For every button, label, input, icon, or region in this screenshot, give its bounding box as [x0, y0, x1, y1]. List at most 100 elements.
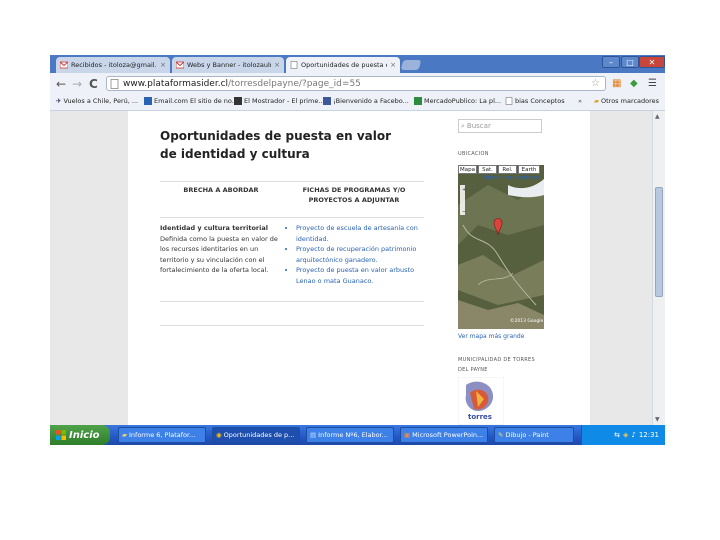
page-icon — [290, 61, 298, 69]
powerpoint-icon: ▣ — [404, 431, 411, 439]
page-icon — [505, 97, 513, 105]
taskbar-item-label: Informe Nº6, Elabor... — [318, 431, 388, 439]
bookmark-item[interactable]: MercadoPublico: La pl... — [414, 97, 501, 105]
project-link[interactable]: Proyecto de recuperación patrimonio arqu… — [296, 244, 424, 265]
taskbar-item-label: Oportunidades de p... — [223, 431, 295, 439]
address-bar[interactable]: www.plataformasider.cl/torresdelpayne/?p… — [106, 76, 606, 91]
clock[interactable]: 12:31 — [639, 431, 659, 439]
network-icon[interactable]: ⇆ — [614, 431, 620, 439]
map-type-satellite-button[interactable]: Sat. — [478, 165, 497, 174]
search-placeholder: Buscar — [466, 122, 491, 130]
project-link[interactable]: Proyecto de escuela de artesanía con ide… — [296, 223, 424, 244]
table-top-border — [160, 181, 424, 182]
vertical-scrollbar[interactable]: ▲ ▼ — [652, 111, 665, 425]
minimize-button[interactable]: – — [602, 56, 620, 68]
browser-tab-bar: Recibidos - itoloza@gmail.co × Webs y Ba… — [50, 55, 665, 73]
reload-button[interactable]: C — [89, 77, 98, 91]
url-text: www.plataformasider.cl/torresdelpayne/?p… — [123, 79, 361, 89]
tab-close-icon[interactable]: × — [390, 61, 396, 69]
bookmark-item[interactable]: El Mostrador - El prime... — [234, 97, 325, 105]
bookmark-item[interactable]: bias Conceptos — [505, 97, 565, 105]
start-label: Inicio — [69, 429, 100, 441]
tab-close-icon[interactable]: × — [274, 61, 280, 69]
bookmark-star-icon[interactable]: ☆ — [591, 78, 600, 89]
bookmark-item[interactable]: ¡Bienvenido a Facebo... — [323, 97, 409, 105]
column-header-fichas: FICHAS DE PROGRAMAS Y/O PROYECTOS A ADJU… — [302, 186, 406, 204]
row-description: Definida como la puesta en valor de los … — [160, 234, 278, 275]
taskbar-item[interactable]: ◉ Oportunidades de p... — [212, 427, 300, 443]
bookmark-label: bias Conceptos — [515, 97, 565, 105]
bookmark-label: ¡Bienvenido a Facebo... — [333, 97, 409, 105]
maximize-button[interactable]: □ — [621, 56, 639, 68]
table-header-border — [160, 217, 424, 218]
map-copyright: ©2013 Google — [510, 319, 544, 324]
taskbar-item[interactable]: ▣ Microsoft PowerPoin... — [400, 427, 488, 443]
email-site-icon — [144, 97, 152, 105]
web-page: Oportunidades de puesta en valor de iden… — [128, 111, 590, 426]
browser-toolbar: ← → C www.plataformasider.cl/torresdelpa… — [50, 73, 665, 96]
tab-webs-banner[interactable]: Webs y Banner - itolozaulro × — [172, 57, 284, 73]
taskbar-item[interactable]: ▤ Informe Nº6, Elabor... — [306, 427, 394, 443]
tab-oportunidades[interactable]: Oportunidades de puesta en × — [286, 57, 400, 73]
municipality-logo[interactable]: torres — [457, 376, 505, 426]
forward-button[interactable]: → — [72, 77, 82, 91]
table-cell-brecha: Identidad y cultura territorial Definida… — [160, 223, 280, 276]
bookmark-item[interactable]: Email.com El sitio de no... — [144, 97, 238, 105]
windows-taskbar: Inicio ▰ Informe 6, Platafor... ◉ Oportuni… — [50, 425, 665, 445]
map-type-relief-button[interactable]: Rel. — [498, 165, 517, 174]
table-row-border — [160, 301, 424, 302]
bookmark-label: MercadoPublico: La pl... — [424, 97, 502, 105]
map-type-map-button[interactable]: Mapa — [458, 165, 477, 174]
scrollbar-thumb[interactable] — [655, 187, 663, 297]
gmail-icon — [60, 61, 68, 69]
back-button[interactable]: ← — [56, 77, 66, 91]
close-window-button[interactable]: ✕ — [639, 56, 665, 68]
volume-icon[interactable]: ♪ — [631, 431, 635, 439]
larger-map-link[interactable]: Ver mapa más grande — [458, 333, 524, 340]
security-shield-icon[interactable]: ◈ — [623, 431, 628, 439]
search-input[interactable]: ⌕ Buscar — [458, 119, 542, 133]
location-heading: UBICACION — [458, 151, 489, 157]
bookmarks-bar: ✈ Vuelos a Chile, Perú, ... Email.com El … — [50, 95, 665, 111]
svg-text:−: − — [462, 209, 466, 215]
scroll-up-icon[interactable]: ▲ — [655, 113, 660, 120]
tab-label: Recibidos - itoloza@gmail.co — [71, 61, 158, 69]
folder-icon: ▰ — [594, 97, 599, 105]
svg-text:+: + — [462, 187, 466, 193]
map-type-earth-button[interactable]: Earth — [518, 165, 540, 174]
taskbar-item-label: Informe 6, Platafor... — [129, 431, 196, 439]
el-mostrador-icon — [234, 97, 242, 105]
map-widget[interactable]: + − Mapa Sat. Rel. Earth ©2013 Google — [458, 165, 544, 329]
bookmark-item[interactable]: ✈ Vuelos a Chile, Perú, ... — [56, 97, 138, 105]
project-link[interactable]: Proyecto de puesta en valor arbusto Lena… — [296, 265, 424, 286]
row-heading: Identidad y cultura territorial — [160, 224, 268, 232]
extension-icon[interactable]: ◆ — [630, 78, 638, 89]
other-bookmarks-folder[interactable]: ▰ Otros marcadores — [594, 97, 659, 105]
project-link-list: Proyecto de escuela de artesanía con ide… — [286, 223, 424, 286]
column-header-brecha: BRECHA A ABORDAR — [183, 186, 259, 194]
tab-label: Oportunidades de puesta en — [301, 61, 388, 69]
menu-icon[interactable]: ☰ — [648, 78, 657, 89]
windows-logo-icon — [56, 430, 66, 440]
search-icon: ⌕ — [461, 121, 465, 130]
tab-gmail-inbox[interactable]: Recibidos - itoloza@gmail.co × — [56, 57, 170, 73]
new-tab-button[interactable] — [400, 60, 422, 70]
map-nearby-link[interactable]: Buscar en alrededor — [484, 175, 540, 181]
rss-icon[interactable]: ▦ — [612, 78, 621, 89]
taskbar-item[interactable]: ▰ Informe 6, Platafor... — [118, 427, 206, 443]
bookmark-label: Vuelos a Chile, Perú, ... — [63, 97, 139, 105]
scroll-down-icon[interactable]: ▼ — [655, 416, 660, 423]
taskbar-item[interactable]: ✎ Dibujo - Paint — [494, 427, 574, 443]
municipality-heading: MUNICIPALIDAD DE TORRES DEL PAYNE — [458, 357, 535, 373]
satellite-map-image: + − — [458, 165, 544, 329]
url-domain: www.plataformasider.cl — [123, 78, 229, 89]
tab-close-icon[interactable]: × — [160, 61, 166, 69]
mercadopublico-icon — [414, 97, 422, 105]
start-button[interactable]: Inicio — [50, 425, 110, 445]
plane-icon: ✈ — [56, 97, 62, 105]
paint-icon: ✎ — [498, 431, 504, 439]
page-viewport: Oportunidades de puesta en valor de iden… — [50, 111, 665, 426]
bookmarks-more-button[interactable]: » — [578, 97, 582, 105]
system-tray: ⇆ ◈ ♪ 12:31 — [581, 425, 665, 445]
page-icon — [110, 78, 119, 89]
